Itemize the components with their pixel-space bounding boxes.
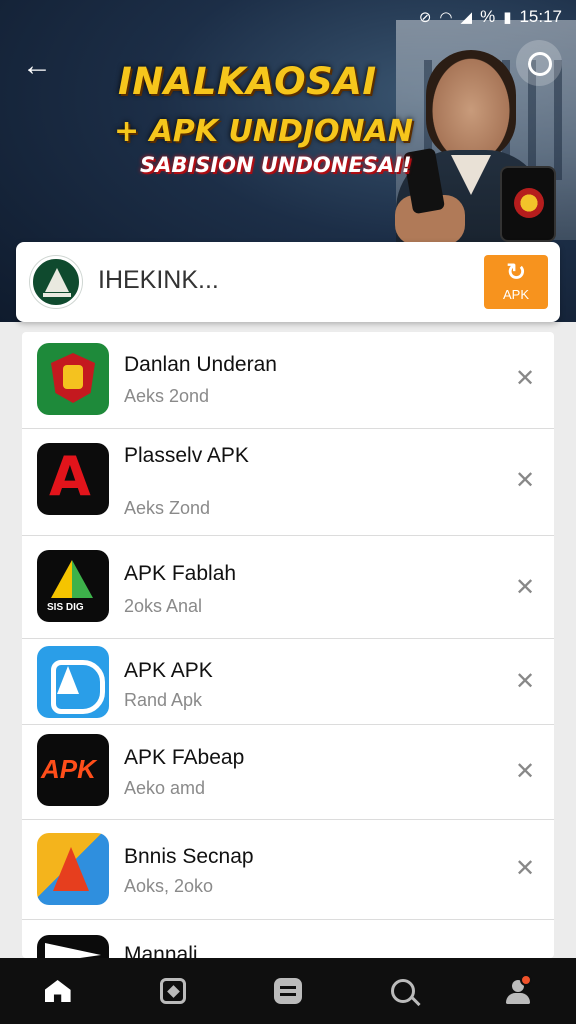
colorful-a-logo-icon (37, 833, 109, 905)
item-subtitle: 2oks Anal (124, 596, 203, 616)
banner-title: INALKAOSAI (118, 60, 377, 103)
list-item[interactable]: APK APK FAbeap Aeko amd ✕ (22, 725, 554, 820)
search-icon (391, 979, 416, 1003)
status-bar: ⊘ ◠ ◢ % ▮ 15:17 (0, 0, 576, 34)
search-input[interactable]: IHEKINK... (98, 266, 219, 295)
game-icon (159, 978, 186, 1004)
item-title: Mannali (124, 943, 198, 958)
nav-apps[interactable] (258, 966, 318, 1016)
list-item[interactable]: Bnnis Secnap Aoks, 2oko ✕ (22, 820, 554, 920)
arrow-logo-icon (37, 935, 109, 958)
refresh-icon: ↻ (505, 259, 527, 286)
wifi-icon: ◠ (439, 9, 453, 26)
item-title: Bnnis Secnap (124, 845, 254, 868)
apk-button[interactable]: ↻ APK (484, 255, 548, 309)
battery-icon: ▮ (503, 9, 512, 26)
item-subtitle: Aeks Zond (124, 498, 211, 518)
clock: 15:17 (519, 7, 562, 26)
triangle-logo-icon (37, 550, 109, 622)
list-item[interactable]: Danlan Underan Aeks 2ond ✕ (22, 332, 554, 429)
item-subtitle: Aoks, 2oko (124, 876, 214, 896)
circle-menu-button[interactable] (516, 40, 562, 86)
close-icon[interactable]: ✕ (510, 573, 540, 603)
apk-button-label: APK (502, 287, 529, 302)
nav-search[interactable] (373, 966, 433, 1016)
bottom-navigation (0, 958, 576, 1024)
nav-profile[interactable] (488, 966, 548, 1016)
list-item[interactable]: APK Fablah 2oks Anal ✕ (22, 536, 554, 639)
item-subtitle: Aeks 2ond (124, 386, 210, 406)
nav-home[interactable] (28, 966, 88, 1016)
close-icon[interactable]: ✕ (510, 757, 540, 787)
apps-icon (273, 978, 302, 1004)
list-item[interactable]: Plasselv APK Aeks Zond ✕ (22, 429, 554, 536)
close-icon[interactable]: ✕ (510, 667, 540, 697)
battery-percent: % (480, 7, 496, 26)
banner-tagline: SABISION UNDONESAI! (140, 153, 412, 177)
banner-subtitle: + APK UNDJONAN (114, 114, 413, 149)
item-title: APK Fablah (124, 562, 237, 585)
item-title: APK FAbeap (124, 746, 245, 769)
list-item[interactable]: Mannali (22, 920, 554, 958)
close-icon[interactable]: ✕ (510, 364, 540, 394)
back-arrow-icon[interactable]: ← (22, 48, 58, 84)
app-list: Danlan Underan Aeks 2ond ✕ Plasselv APK … (22, 332, 554, 958)
close-icon[interactable]: ✕ (510, 854, 540, 884)
close-icon[interactable]: ✕ (510, 466, 540, 496)
dnd-icon: ⊘ (418, 9, 432, 26)
item-title: Danlan Underan (124, 353, 277, 376)
signal-icon: ◢ (460, 9, 473, 26)
red-a-logo-icon (37, 443, 109, 515)
shield-badge-icon (37, 343, 109, 415)
phone-with-badge-image (500, 166, 556, 242)
nav-games[interactable] (143, 966, 203, 1016)
list-item[interactable]: APK APK Rand Apk ✕ (22, 639, 554, 725)
item-subtitle: Rand Apk (124, 690, 203, 710)
apk-text-logo-icon: APK (37, 734, 109, 806)
home-icon (44, 980, 71, 1002)
blue-a-logo-icon (37, 646, 109, 718)
item-subtitle: Aeko amd (124, 778, 206, 798)
item-title: APK APK (124, 659, 213, 682)
item-title: Plasselv APK (124, 444, 249, 467)
search-card[interactable]: IHEKINK... ↻ APK (16, 242, 560, 322)
emblem-logo-icon (30, 256, 82, 308)
